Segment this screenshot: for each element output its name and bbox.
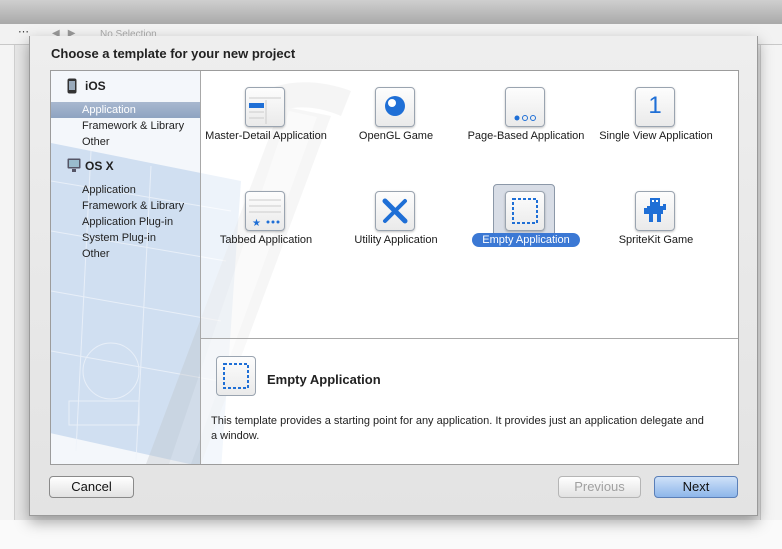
cancel-button[interactable]: Cancel bbox=[49, 476, 134, 498]
template-empty-application[interactable]: Empty Application bbox=[461, 175, 591, 265]
sidebar-item-osx-system-plugin[interactable]: System Plug-in bbox=[51, 230, 200, 246]
empty-app-icon bbox=[216, 356, 256, 396]
mac-icon bbox=[67, 158, 81, 172]
template-label: Page-Based Application bbox=[467, 130, 585, 142]
svg-text:★: ★ bbox=[252, 218, 261, 229]
single-view-glyph: 1 bbox=[648, 92, 662, 119]
opengl-game-icon bbox=[375, 87, 415, 127]
page-based-icon bbox=[505, 87, 545, 127]
utility-icon bbox=[375, 191, 415, 231]
sidebar-item-label: Application Plug-in bbox=[82, 216, 174, 228]
sidebar-item-label: Other bbox=[82, 248, 110, 260]
template-grid: Master-Detail Application OpenGL Game Pa… bbox=[201, 71, 738, 339]
template-tabbed[interactable]: ★ Tabbed Application bbox=[201, 175, 331, 265]
sidebar-item-osx-application[interactable]: Application bbox=[51, 182, 200, 198]
section-label-ios: iOS bbox=[85, 79, 106, 93]
iphone-icon bbox=[67, 78, 77, 94]
sidebar-item-label: System Plug-in bbox=[82, 232, 156, 244]
template-chooser: iOS Application Framework & Library Othe… bbox=[50, 70, 739, 465]
sidebar-item-osx-other[interactable]: Other bbox=[51, 246, 200, 262]
template-label: SpriteKit Game bbox=[618, 234, 694, 246]
empty-app-icon bbox=[505, 191, 545, 231]
section-osx: OS X bbox=[51, 157, 200, 175]
template-opengl-game[interactable]: OpenGL Game bbox=[331, 71, 461, 161]
detail-title: Empty Application bbox=[267, 372, 381, 387]
sidebar-item-ios-framework-library[interactable]: Framework & Library bbox=[51, 118, 200, 134]
single-view-icon: 1 bbox=[635, 87, 675, 127]
template-single-view[interactable]: 1 Single View Application bbox=[591, 71, 721, 161]
template-page-based[interactable]: Page-Based Application bbox=[461, 71, 591, 161]
template-label: Tabbed Application bbox=[219, 234, 313, 246]
detail-description: This template provides a starting point … bbox=[211, 415, 704, 442]
platform-sidebar: iOS Application Framework & Library Othe… bbox=[51, 71, 201, 464]
section-ios: iOS bbox=[51, 77, 200, 95]
template-label: Single View Application bbox=[599, 130, 713, 142]
next-button[interactable]: Next bbox=[654, 476, 738, 498]
sidebar-item-label: Other bbox=[82, 136, 110, 148]
sidebar-item-ios-application[interactable]: Application bbox=[51, 102, 200, 118]
sidebar-item-label: Application bbox=[82, 104, 136, 116]
related-items-icon[interactable]: ⋯ bbox=[18, 27, 29, 38]
section-label-osx: OS X bbox=[85, 159, 114, 173]
previous-button[interactable]: Previous bbox=[558, 476, 641, 498]
master-detail-icon bbox=[245, 87, 285, 127]
template-spritekit-game[interactable]: SpriteKit Game bbox=[591, 175, 721, 265]
xcode-toolbar bbox=[0, 0, 782, 25]
tabbed-icon: ★ bbox=[245, 191, 285, 231]
sidebar-item-label: Framework & Library bbox=[82, 120, 185, 132]
sidebar-item-label: Application bbox=[82, 184, 136, 196]
spritekit-icon bbox=[635, 191, 675, 231]
sidebar-item-ios-other[interactable]: Other bbox=[51, 134, 200, 150]
inspector-pane bbox=[760, 45, 782, 549]
template-label: Empty Application bbox=[461, 233, 591, 247]
template-label: OpenGL Game bbox=[358, 130, 434, 142]
sheet-title: Choose a template for your new project bbox=[51, 46, 296, 61]
editor-bottom bbox=[0, 520, 782, 549]
template-master-detail[interactable]: Master-Detail Application bbox=[201, 71, 331, 161]
navigator-pane bbox=[0, 45, 15, 549]
template-label: Master-Detail Application bbox=[205, 130, 327, 142]
sidebar-item-label: Framework & Library bbox=[82, 200, 185, 212]
template-label: Utility Application bbox=[354, 234, 438, 246]
template-utility[interactable]: Utility Application bbox=[331, 175, 461, 265]
template-detail-pane: Empty Application This template provides… bbox=[201, 339, 738, 464]
sidebar-item-osx-app-plugin[interactable]: Application Plug-in bbox=[51, 214, 200, 230]
sidebar-item-osx-framework-library[interactable]: Framework & Library bbox=[51, 198, 200, 214]
new-project-sheet: Choose a template for your new project i… bbox=[29, 36, 758, 516]
